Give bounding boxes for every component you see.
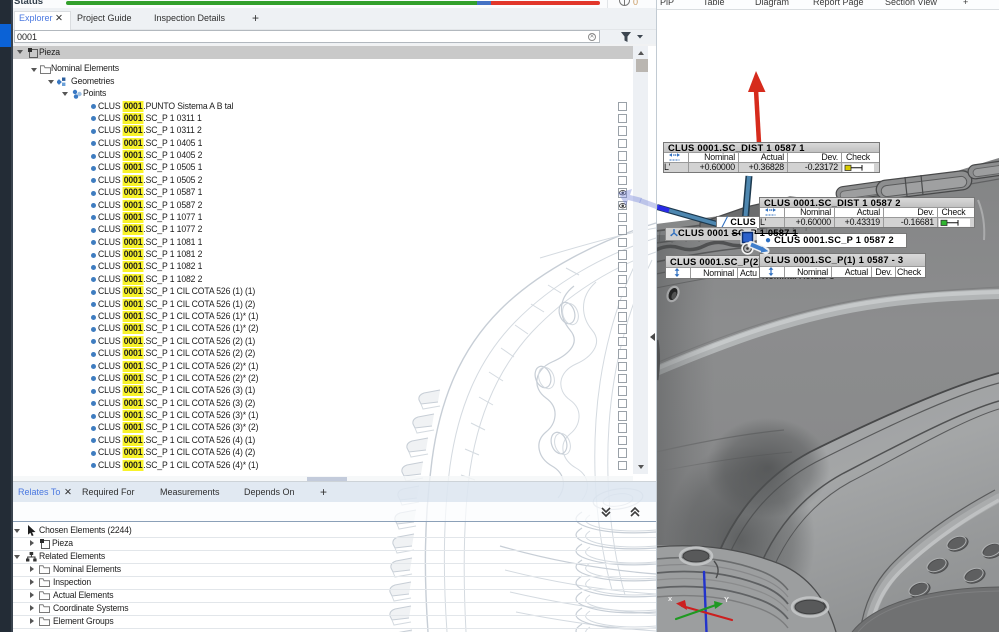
svg-text:Y: Y [724, 595, 729, 604]
